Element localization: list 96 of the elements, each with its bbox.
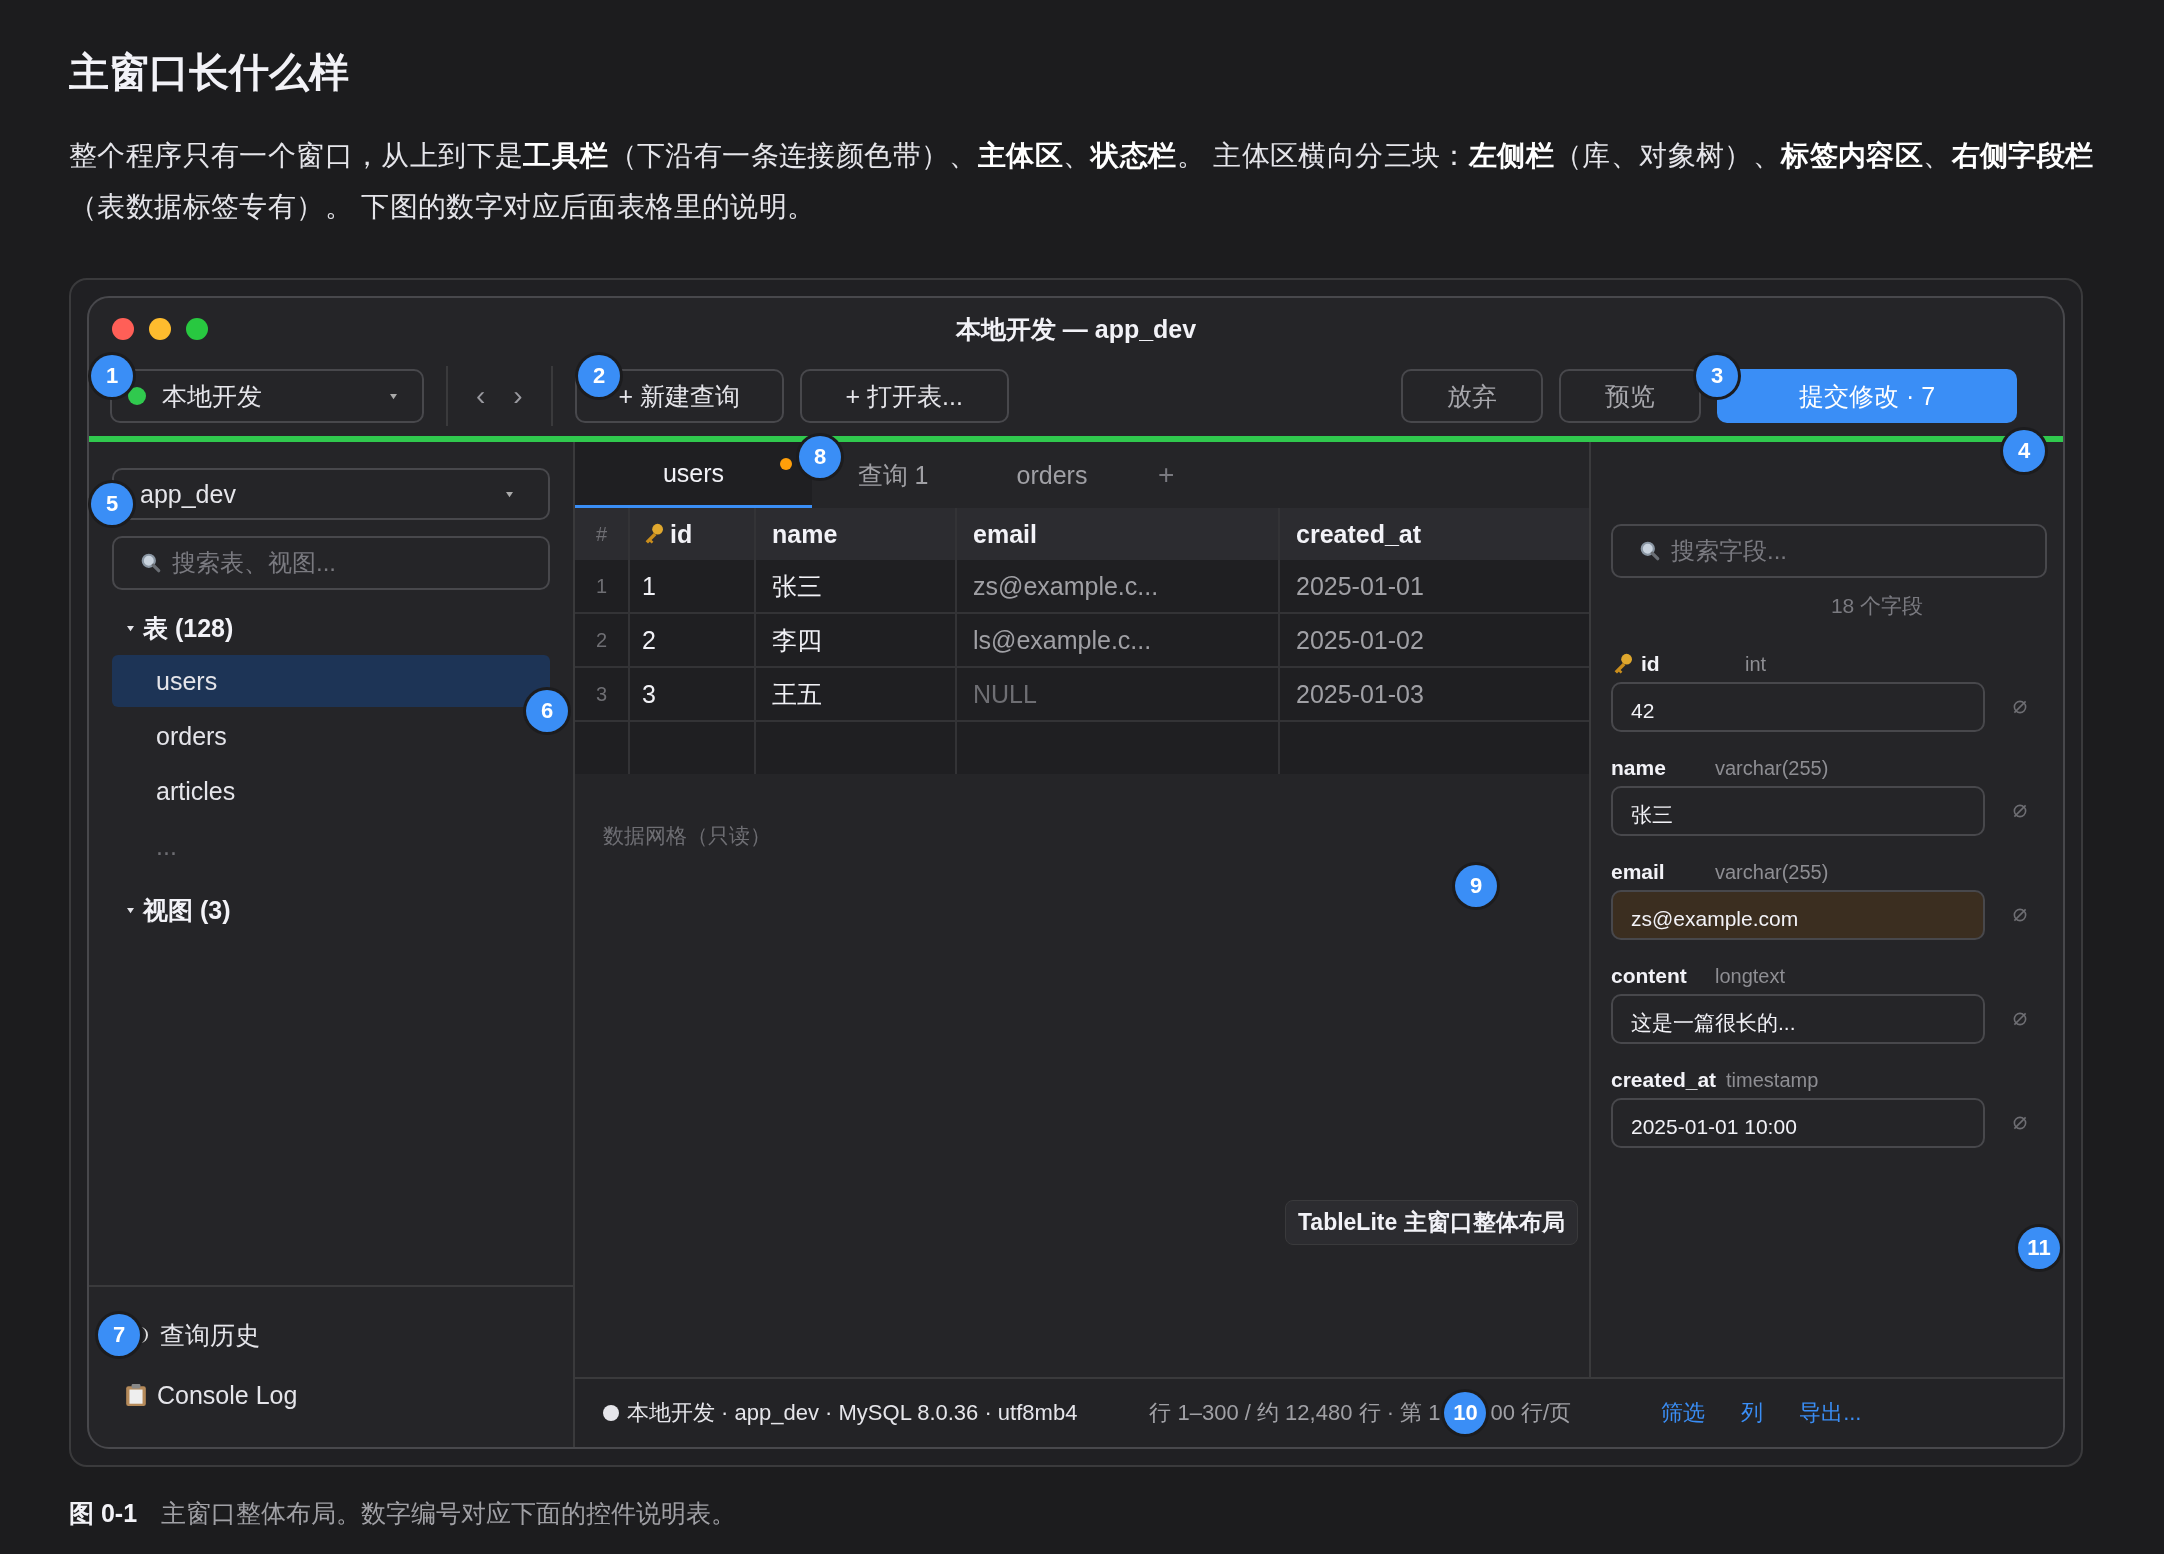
zoom-button[interactable] (186, 318, 208, 340)
status-dot (603, 1405, 619, 1421)
toolbar-button[interactable]: + 打开表... (799, 369, 1009, 423)
tab[interactable]: users (575, 442, 812, 508)
callout-badge: 6 (526, 690, 568, 732)
callout-badge: 5 (91, 483, 133, 525)
callout-badge: 4 (2003, 430, 2045, 472)
field-type: longtext (1715, 964, 1786, 988)
figure-label: 图 0-1 (69, 1499, 138, 1527)
disclosure-icon[interactable] (126, 624, 135, 632)
back-button[interactable]: ‹ (470, 380, 492, 412)
moon-icon (140, 1325, 150, 1345)
tooltip: TableLite 主窗口整体布局 (1285, 1200, 1578, 1245)
toolbar-button[interactable]: 放弃 (1401, 369, 1543, 423)
column-header[interactable]: id (630, 508, 756, 560)
field-search[interactable]: 搜索字段... (1611, 524, 2047, 578)
field-type: timestamp (1726, 1068, 1819, 1092)
table-cell: 王五 (756, 668, 957, 720)
search-icon (140, 552, 162, 574)
null-icon[interactable] (2011, 802, 2029, 820)
field-type: varchar(255) (1715, 860, 1829, 884)
row-info: 00 行/页 (1490, 1399, 1572, 1427)
field-name: created_at (1611, 1068, 1717, 1092)
callout-badge: 8 (799, 436, 841, 478)
tab[interactable]: orders (972, 442, 1132, 508)
null-icon[interactable] (2011, 906, 2029, 924)
field-input[interactable]: 42 (1611, 682, 1985, 732)
column-header[interactable]: email (957, 508, 1280, 560)
window-title: 本地开发 — app_dev (955, 313, 1197, 345)
field-input[interactable]: 张三 (1611, 786, 1985, 836)
field-input[interactable]: 2025-01-01 10:00 (1611, 1098, 1985, 1148)
field-input[interactable]: zs@example.com (1611, 890, 1985, 940)
search-input[interactable]: 搜索字段... (1669, 536, 2019, 566)
status-link[interactable]: 列 (1741, 1398, 1764, 1428)
field-count: 18 个字段 (1829, 593, 1925, 619)
status-link[interactable]: 筛选 (1661, 1398, 1706, 1428)
table-cell: ls@example.c... (957, 614, 1280, 666)
field-input[interactable]: 这是一篇很长的... (1611, 994, 1985, 1044)
column-header[interactable]: created_at (1280, 508, 1589, 560)
callout-badge: 2 (578, 355, 620, 397)
callout-badge: 10 (1444, 1392, 1487, 1434)
page-heading: 主窗口长什么样 (69, 49, 350, 96)
tree-item[interactable]: articles (112, 765, 550, 817)
caret-icon (389, 392, 398, 400)
status-link[interactable]: 导出... (1799, 1398, 1862, 1428)
callout-badge: 11 (2018, 1227, 2060, 1269)
null-icon[interactable] (2011, 1010, 2029, 1028)
tree-group[interactable]: 表 (128) (143, 611, 234, 645)
row-number: 3 (575, 668, 630, 720)
row-number: 1 (575, 560, 630, 612)
callout-badge: 3 (1696, 355, 1738, 397)
null-icon[interactable] (2011, 698, 2029, 716)
field-name: content (1611, 964, 1688, 988)
tree-group[interactable]: 视图 (3) (143, 893, 231, 927)
table-cell: 1 (630, 560, 756, 612)
search-field[interactable]: 搜索表、视图... (112, 536, 550, 590)
table-cell: NULL (957, 668, 1280, 720)
forward-button[interactable]: › (507, 380, 529, 412)
field-type: int (1745, 652, 1767, 676)
table-cell: zs@example.c... (957, 560, 1280, 612)
table-cell-text: 2025-01-01 (1295, 570, 1425, 602)
status-dot (128, 387, 146, 405)
grid-note: 数据网格（只读） (603, 823, 772, 849)
new-tab-button[interactable]: + (1152, 442, 1181, 508)
null-icon[interactable] (2011, 1114, 2029, 1132)
column-header: # (575, 508, 630, 560)
disclosure-icon[interactable] (126, 906, 135, 914)
sidebar-link[interactable]: Console Log (157, 1380, 298, 1410)
close-button[interactable] (112, 318, 134, 340)
connection-info: 本地开发 · app_dev · MySQL 8.0.36 · utf8mb4 (627, 1399, 1078, 1427)
column-header[interactable]: name (756, 508, 957, 560)
row-number: 2 (575, 614, 630, 666)
clipboard-icon (125, 1383, 147, 1407)
callout-badge: 1 (91, 355, 133, 397)
field-name: id (1641, 652, 1661, 676)
callout-badge: 7 (98, 1314, 140, 1356)
search-icon (1639, 540, 1661, 562)
row-info: 行 1–300 / 约 12,480 行 · 第 1 (1149, 1399, 1441, 1427)
field-name: name (1611, 756, 1667, 780)
table-cell: 张三 (756, 560, 957, 612)
tab[interactable]: 查询 1 (848, 442, 938, 508)
minimize-button[interactable] (149, 318, 171, 340)
figure-caption: 主窗口整体布局。数字编号对应下面的控件说明表。 (161, 1499, 737, 1527)
table-cell: 2 (630, 614, 756, 666)
caret-icon (505, 490, 514, 498)
field-type: varchar(255) (1715, 756, 1829, 780)
column-label: id (670, 519, 693, 549)
intro-paragraph: 整个程序只有一个窗口，从上到下是工具栏（下沿有一条连接颜色带）、主体区、状态栏。 主体区横向分三块：左侧栏（库、对象树）、标签内容区、右侧字段栏（表数据标签专有）。 下图的数字对应后面表格里的说明。 (69, 139, 2095, 224)
callout-badge: 9 (1455, 865, 1497, 907)
table-cell-text: 2025-01-02 (1295, 624, 1425, 656)
search-input[interactable]: 搜索表、视图... (170, 548, 522, 578)
sidebar-link[interactable]: 查询历史 (160, 1318, 260, 1352)
table-cell-text: 2025-01-03 (1295, 678, 1425, 710)
table-cell: 3 (630, 668, 756, 720)
table-cell: 李四 (756, 614, 957, 666)
field-name: email (1611, 860, 1666, 884)
